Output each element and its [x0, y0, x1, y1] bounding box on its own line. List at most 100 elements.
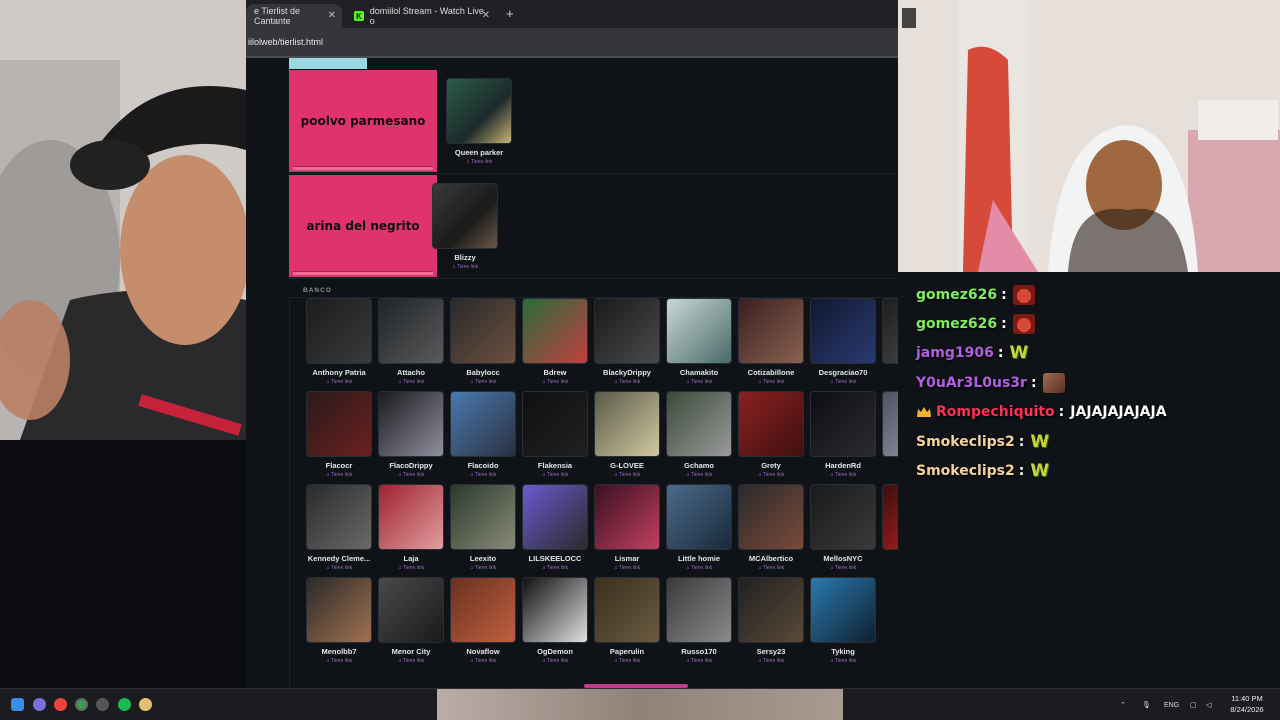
new-tab-icon[interactable]: + [506, 6, 514, 21]
artist-card[interactable]: Attacho ♫ Tiene link [377, 298, 445, 385]
artist-card[interactable]: Menor City ♫ Tiene link [377, 577, 445, 664]
obs-icon[interactable] [96, 698, 109, 711]
artist-card[interactable]: HardenRd ♫ Tiene link [809, 391, 877, 478]
artist-card[interactable]: Laja ♫ Tiene link [377, 484, 445, 571]
tier-label[interactable]: arina del negrito [289, 175, 437, 277]
artist-link-label: ♫ Tiene link [613, 565, 641, 571]
artist-card[interactable]: Tyking ♫ Tiene link [809, 577, 877, 664]
artist-card[interactable]: Queen parker ♫ Tiene link [445, 78, 513, 165]
artist-card[interactable]: Menolbb7 ♫ Tiene link [305, 577, 373, 664]
artist-card[interactable]: Kennedy Cleme... ♫ Tiene link [305, 484, 373, 571]
artist-card[interactable]: Bdrew ♫ Tiene link [521, 298, 589, 385]
artist-card[interactable]: G-LOVEE ♫ Tiene link [593, 391, 661, 478]
artist-card[interactable]: Lismar ♫ Tiene link [593, 484, 661, 571]
chat-username[interactable]: jamg1906 [916, 345, 994, 361]
spotify-icon[interactable] [118, 698, 131, 711]
artist-image [522, 577, 588, 643]
artist-card[interactable]: BlackyDrippy ♫ Tiene link [593, 298, 661, 385]
app-icon[interactable] [33, 698, 46, 711]
chrome-icon[interactable] [54, 698, 67, 711]
artist-card[interactable]: Leexito ♫ Tiene link [449, 484, 517, 571]
tab-kick-stream[interactable]: K domiilol Stream - Watch Live o ✕ [346, 4, 496, 28]
artist-name: LILSKEELOCC [528, 554, 582, 563]
artist-image [594, 298, 660, 364]
artist-link-label: ♫ Tiene link [397, 472, 425, 478]
artist-card[interactable]: Grety ♫ Tiene link [737, 391, 805, 478]
network-icon[interactable]: ▢ [1190, 689, 1197, 720]
chat-username[interactable]: gomez626 [916, 287, 997, 303]
artist-card[interactable]: MCAlbertico ♫ Tiene link [737, 484, 805, 571]
artist-card[interactable]: OgDemon ♫ Tiene link [521, 577, 589, 664]
chat-message: gomez626: [916, 309, 1280, 338]
artist-link-label: ♫ Tiene link [469, 472, 497, 478]
artist-card[interactable]: Russo170 ♫ Tiene link [665, 577, 733, 664]
tier-label[interactable]: poolvo parmesano [289, 70, 437, 172]
tier-label-text: arina del negrito [306, 219, 420, 233]
artist-card[interactable]: Flakensia ♫ Tiene link [521, 391, 589, 478]
artist-card[interactable]: Sersy23 ♫ Tiene link [737, 577, 805, 664]
artist-image [810, 298, 876, 364]
artist-card[interactable]: Cotizabillone ♫ Tiene link [737, 298, 805, 385]
tier-resize-handle[interactable] [293, 166, 433, 170]
mic-icon[interactable]: 🎙 [1142, 689, 1151, 720]
artist-card[interactable]: Anthony Patria ♫ Tiene link [305, 298, 373, 385]
artist-card[interactable]: Blizzy ♫ Tiene link [431, 183, 499, 270]
language-indicator[interactable]: ENG [1164, 689, 1179, 720]
chat-username[interactable]: Y0uAr3L0us3r [916, 375, 1027, 391]
artist-image [666, 484, 732, 550]
app-icon[interactable] [139, 698, 152, 711]
artist-card[interactable]: MellosNYC ♫ Tiene link [809, 484, 877, 571]
windows-start-icon[interactable] [11, 698, 24, 711]
artist-name: Blizzy [454, 253, 476, 262]
artist-image [738, 484, 804, 550]
artist-link-label: ♫ Tiene link [325, 658, 353, 664]
artist-card[interactable]: Babylocc ♫ Tiene link [449, 298, 517, 385]
artist-name: OgDemon [537, 647, 573, 656]
artist-name: Attacho [397, 368, 425, 377]
artist-card[interactable]: Gchamo ♫ Tiene link [665, 391, 733, 478]
artist-card[interactable]: LILSKEELOCC ♫ Tiene link [521, 484, 589, 571]
artist-image [594, 391, 660, 457]
artist-link-label: ♫ Tiene link [829, 658, 857, 664]
artist-card[interactable]: Little homie ♫ Tiene link [665, 484, 733, 571]
chat-text: JAJAJAJAJAJA [1070, 404, 1167, 421]
artist-name: Flacocr [325, 461, 353, 470]
tab-tierlist[interactable]: e Tierlist de Cantante ✕ [246, 4, 342, 28]
artist-name: Paperulin [609, 647, 645, 656]
chat-username[interactable]: Rompechiquito [936, 404, 1055, 420]
artist-link-label: ♫ Tiene link [829, 472, 857, 478]
chat-username[interactable]: Smokeclips2 [916, 434, 1015, 450]
close-icon[interactable]: ✕ [328, 10, 336, 21]
clock[interactable]: 11:40 PM 8/24/2026 [1222, 693, 1272, 715]
artist-name: Grety [761, 461, 781, 470]
chrome-active-icon[interactable] [75, 698, 88, 711]
artist-link-label: ♫ Tiene link [829, 379, 857, 385]
volume-icon[interactable]: ◁ [1206, 689, 1211, 720]
chat-username[interactable]: Smokeclips2 [916, 463, 1015, 479]
artist-link-label: ♫ Tiene link [757, 379, 785, 385]
address-bar[interactable]: iilolweb/tierlist.html [246, 28, 898, 56]
artist-card[interactable]: Paperulin ♫ Tiene link [593, 577, 661, 664]
artist-link-label: ♫ Tiene link [469, 658, 497, 664]
tier-resize-handle[interactable] [293, 271, 433, 275]
kick-logo-icon: K [354, 11, 364, 21]
artist-card[interactable]: Flacoido ♫ Tiene link [449, 391, 517, 478]
tier-row: arina del negrito Blizzy ♫ Tiene link [289, 175, 898, 279]
artist-image [378, 577, 444, 643]
artist-card[interactable]: FlacoDrippy ♫ Tiene link [377, 391, 445, 478]
close-icon[interactable]: ✕ [482, 10, 490, 21]
artist-card[interactable]: Flacocr ♫ Tiene link [305, 391, 373, 478]
right-webcam [898, 0, 1280, 272]
artist-link-label: ♫ Tiene link [613, 472, 641, 478]
chat-username[interactable]: gomez626 [916, 316, 997, 332]
artist-card[interactable]: Novaflow ♫ Tiene link [449, 577, 517, 664]
tier-label-partial [289, 58, 367, 69]
artist-name: Russo170 [681, 647, 717, 656]
artist-image [666, 577, 732, 643]
tray-chevron-icon[interactable]: ⌃ [1120, 689, 1126, 720]
artist-card[interactable]: Desgraciao70 ♫ Tiene link [809, 298, 877, 385]
artist-image [810, 484, 876, 550]
artist-card[interactable]: Chamakito ♫ Tiene link [665, 298, 733, 385]
artist-link-label: ♫ Tiene link [541, 379, 569, 385]
artist-image [446, 78, 512, 144]
